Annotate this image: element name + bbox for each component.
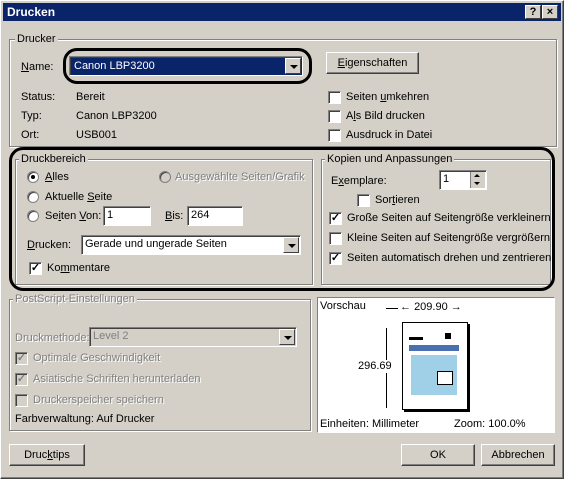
ok-button[interactable]: OK	[401, 444, 475, 466]
location-value: USB001	[76, 129, 117, 141]
preview-units: Einheiten: Millimeter	[320, 418, 420, 430]
save-memory-checkbox[interactable]	[15, 394, 28, 407]
printer-group-label: Drucker	[15, 33, 58, 45]
range-pages-radio[interactable]	[27, 210, 39, 222]
preview-zoom: Zoom: 100.0%	[454, 418, 526, 430]
title-bar: Drucken ? ×	[3, 3, 561, 21]
chevron-down-icon[interactable]	[283, 237, 299, 253]
type-label: Typ:	[21, 110, 42, 122]
shrink-label: Große Seiten auf Seitengröße verkleinern	[347, 212, 551, 224]
print-subset-combobox[interactable]: Gerade und ungerade Seiten	[81, 235, 301, 255]
print-method-value: Level 2	[93, 330, 129, 342]
range-all-label: Alles	[45, 171, 69, 183]
color-management: Farbverwaltung: Auf Drucker	[15, 413, 155, 425]
printer-name-combobox[interactable]: Canon LBP3200	[69, 56, 303, 76]
range-selection-label: Ausgewählte Seiten/Grafik	[175, 171, 305, 183]
optimize-speed-checkbox[interactable]: ✓	[15, 352, 28, 365]
reverse-pages-checkbox[interactable]	[328, 91, 341, 104]
print-tips-button[interactable]: Drucktips	[9, 444, 85, 466]
save-memory-label: Druckerspeicher speichern	[33, 394, 164, 406]
print-dialog: Drucken ? × Drucker Name: Canon LBP3200 …	[0, 0, 564, 479]
page-from-input[interactable]: 1	[103, 206, 151, 226]
range-current-radio[interactable]	[27, 191, 39, 203]
location-label: Ort:	[21, 129, 40, 141]
postscript-group	[9, 299, 311, 431]
page-thumbnail	[402, 322, 468, 410]
cancel-button[interactable]: Abbrechen	[481, 444, 555, 466]
collate-checkbox[interactable]	[357, 194, 370, 207]
range-all-radio[interactable]	[27, 171, 39, 183]
postscript-group-label: PostScript-Einstellungen	[13, 293, 137, 305]
preview-width: ← 209.90 →	[398, 301, 464, 314]
print-as-image-label: Als Bild drucken	[346, 110, 425, 122]
print-as-image-checkbox[interactable]	[328, 110, 341, 123]
collate-label: Sortieren	[375, 194, 420, 206]
print-to-file-label: Ausdruck in Datei	[346, 129, 433, 141]
expand-checkbox[interactable]	[329, 232, 342, 245]
printer-name-value: Canon LBP3200	[74, 60, 155, 72]
properties-button[interactable]: Eigenschaften	[326, 52, 419, 74]
print-method-combobox[interactable]: Level 2	[89, 327, 297, 347]
preview-pane: Vorschau ← 209.90 → 296.69 Einheiten: Mi…	[317, 297, 555, 433]
expand-label: Kleine Seiten auf Seitengröße vergrößern	[347, 232, 551, 244]
help-button[interactable]: ?	[525, 5, 541, 19]
spinner-arrows-icon[interactable]	[470, 172, 485, 188]
status-label: Status:	[21, 91, 56, 103]
range-pages-label: Seiten Von:	[45, 210, 102, 222]
chevron-down-icon[interactable]	[285, 58, 301, 74]
type-value: Canon LBP3200	[76, 110, 157, 122]
autorotate-label: Seiten automatisch drehen und zentrieren	[347, 252, 552, 264]
copies-label: Exemplare:	[331, 175, 387, 187]
status-value: Bereit	[76, 91, 105, 103]
shrink-checkbox[interactable]: ✓	[329, 212, 342, 225]
range-selection-radio[interactable]	[159, 171, 171, 183]
print-subset-value: Gerade und ungerade Seiten	[85, 238, 227, 250]
preview-height: 296.69	[358, 360, 392, 373]
print-method-label: Druckmethode:	[15, 332, 90, 344]
copies-value: 1	[443, 173, 450, 185]
reverse-pages-label: Seiten umkehren	[346, 91, 430, 103]
printer-name-label: Name:	[21, 61, 54, 73]
window-title: Drucken	[7, 5, 56, 19]
page-to-input[interactable]: 264	[187, 206, 243, 226]
print-subset-label: Drucken:	[27, 239, 72, 251]
thumbnail-image	[411, 355, 457, 395]
copies-spinbox[interactable]: 1	[439, 170, 487, 190]
chevron-down-icon[interactable]	[279, 329, 295, 345]
optimize-speed-label: Optimale Geschwindigkeit	[33, 352, 161, 364]
copies-group-label: Kopien und Anpassungen	[325, 153, 455, 165]
asian-fonts-checkbox[interactable]: ✓	[15, 373, 28, 386]
print-range-group-label: Druckbereich	[19, 153, 88, 165]
asian-fonts-label: Asiatische Schriften herunterladen	[33, 373, 201, 385]
comments-checkbox[interactable]: ✓	[29, 262, 42, 275]
range-current-label: Aktuelle Seite	[45, 191, 113, 203]
page-to-label: Bis:	[165, 210, 184, 222]
print-to-file-checkbox[interactable]	[328, 129, 341, 142]
preview-label: Vorschau	[320, 300, 366, 312]
autorotate-checkbox[interactable]: ✓	[329, 252, 342, 265]
close-button[interactable]: ×	[542, 5, 558, 19]
comments-label: Kommentare	[47, 262, 110, 274]
